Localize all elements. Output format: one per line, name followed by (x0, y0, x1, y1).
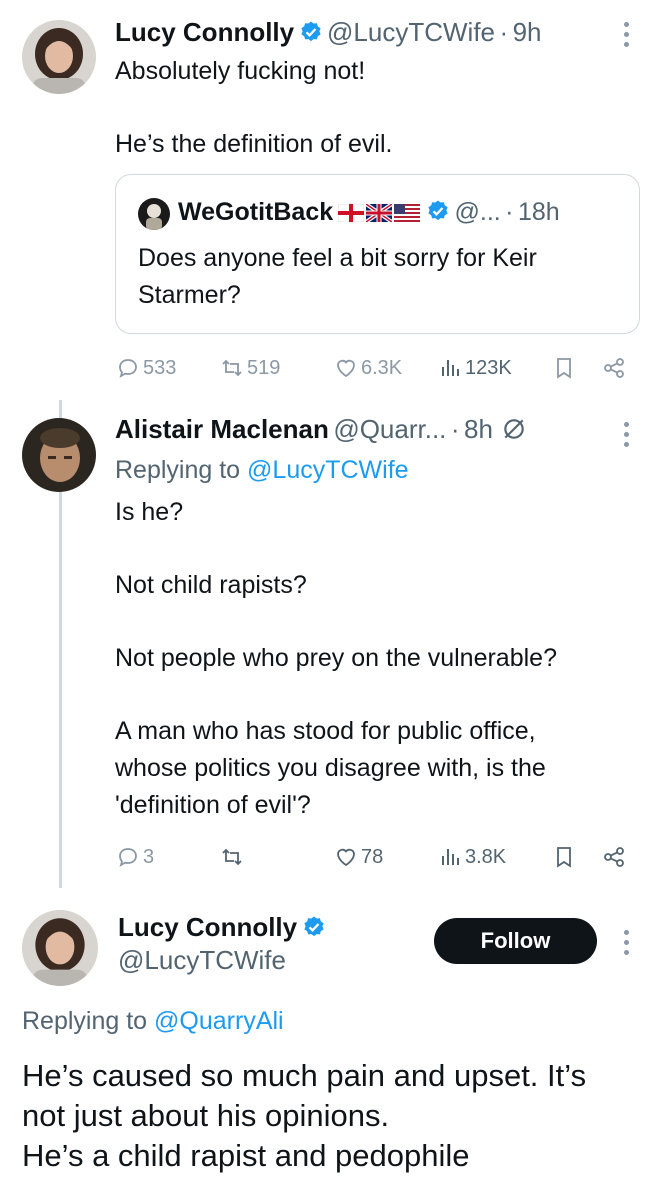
separator-dot: · (499, 17, 509, 47)
reply-icon (119, 359, 137, 378)
reply-count: 533 (143, 356, 177, 379)
replying-to-handle[interactable]: @QuarryAli (154, 1007, 284, 1035)
tweet-line: Does anyone feel a bit sorry for Keir (138, 244, 537, 272)
tweet-header: Lucy Connolly @LucyTCWife · 9h (115, 17, 542, 48)
avatar[interactable] (22, 20, 96, 94)
replying-to-handle[interactable]: @LucyTCWife (247, 456, 409, 484)
verified-icon (302, 916, 326, 940)
retweet-count: 519 (247, 356, 281, 379)
timestamp[interactable]: 9h (513, 17, 542, 47)
quoted-author-name: WeGotitBack (178, 198, 334, 226)
reply-button[interactable]: 533 (116, 353, 176, 383)
tweet-line: not just about his opinions. (22, 1098, 390, 1133)
tweet-line: 'definition of evil'? (115, 791, 311, 819)
england-flag-icon (337, 204, 366, 224)
views-button[interactable]: 123K (438, 353, 512, 383)
share-icon (604, 847, 624, 867)
uk-flag-icon (365, 204, 394, 224)
tweet-text: Is he? Not child rapists? Not people who… (115, 494, 635, 824)
tweet-line: Not child rapists? (115, 571, 307, 599)
share-button[interactable] (602, 842, 626, 872)
tweet-line: He’s a child rapist and pedophile (22, 1138, 470, 1173)
tweet-line: whose politics you disagree with, is the (115, 754, 546, 782)
view-count: 123K (465, 356, 512, 379)
replying-to: Replying to @LucyTCWife (115, 452, 409, 489)
author-handle[interactable]: @LucyTCWife (327, 17, 495, 47)
tweet-line: Is he? (115, 498, 184, 526)
tweet-header: Alistair Maclenan @Quarr... · 8h (115, 414, 527, 445)
heart-icon (337, 359, 355, 378)
replying-to-label: Replying to (22, 1007, 148, 1035)
retweet-button[interactable] (220, 842, 244, 872)
follow-button[interactable]: Follow (434, 918, 597, 964)
share-icon (604, 358, 624, 378)
views-icon (442, 849, 459, 865)
more-options-icon[interactable] (620, 422, 632, 447)
separator-dot: · (505, 198, 514, 226)
quoted-author-handle: @... (454, 198, 501, 226)
timestamp[interactable]: 8h (464, 414, 493, 444)
more-options-icon[interactable] (620, 930, 632, 955)
reply-icon (119, 848, 137, 867)
like-button[interactable]: 6.3K (334, 353, 402, 383)
tweet-line: He’s caused so much pain and upset. It’s (22, 1058, 587, 1093)
retweet-icon (222, 848, 242, 866)
avatar[interactable] (22, 418, 96, 492)
more-options-icon[interactable] (620, 22, 632, 47)
bookmark-icon (557, 358, 571, 379)
share-button[interactable] (602, 353, 626, 383)
quoted-timestamp: 18h (517, 198, 560, 226)
author-handle[interactable]: @Quarr... (333, 414, 446, 444)
author-block: Lucy Connolly @LucyTCWife (118, 912, 326, 976)
retweet-icon (222, 359, 242, 377)
quoted-avatar (138, 198, 170, 230)
heart-icon (337, 848, 355, 867)
author-name[interactable]: Lucy Connolly (118, 912, 297, 942)
grok-icon[interactable] (497, 419, 527, 442)
author-name[interactable]: Lucy Connolly (115, 17, 294, 47)
replying-to-label: Replying to (115, 456, 241, 484)
like-count: 6.3K (361, 356, 403, 379)
tweet-line: He’s the definition of evil. (115, 130, 393, 158)
bookmark-button[interactable] (552, 353, 576, 383)
retweet-button[interactable]: 519 (220, 353, 280, 383)
tweet-text: Absolutely fucking not! He’s the definit… (115, 53, 635, 163)
tweet-actions: 533 519 6.3K 123K (116, 353, 630, 383)
author-name[interactable]: Alistair Maclenan (115, 414, 329, 444)
verified-icon (299, 21, 327, 45)
views-button[interactable]: 3.8K (438, 842, 506, 872)
avatar[interactable] (22, 910, 98, 986)
tweet-line: A man who has stood for public office, (115, 717, 536, 745)
views-icon (442, 360, 459, 376)
quoted-text: Does anyone feel a bit sorry for Keir St… (138, 240, 628, 314)
us-flag-icon (393, 204, 422, 224)
tweet-line: Absolutely fucking not! (115, 57, 366, 85)
quoted-header: WeGotitBack @... · 18h (178, 198, 560, 227)
like-button[interactable]: 78 (334, 842, 383, 872)
tweet-text: He’s caused so much pain and upset. It’s… (22, 1056, 652, 1176)
tweet-line: Not people who prey on the vulnerable? (115, 644, 557, 672)
separator-dot: · (450, 414, 460, 444)
bookmark-button[interactable] (552, 842, 576, 872)
view-count: 3.8K (465, 845, 507, 868)
like-count: 78 (361, 845, 384, 868)
tweet-actions: 3 78 3.8K (116, 842, 630, 872)
author-handle[interactable]: @LucyTCWife (118, 945, 326, 976)
reply-count: 3 (143, 845, 155, 868)
verified-icon (426, 200, 454, 224)
replying-to: Replying to @QuarryAli (22, 1003, 284, 1040)
reply-button[interactable]: 3 (116, 842, 154, 872)
bookmark-icon (557, 847, 571, 868)
tweet-line: Starmer? (138, 281, 241, 309)
